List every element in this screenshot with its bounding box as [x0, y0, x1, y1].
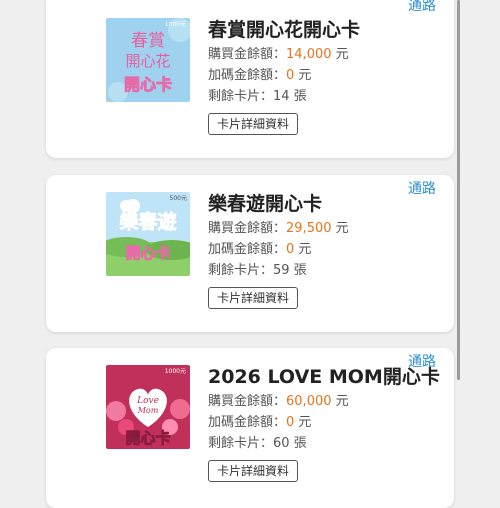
remaining-cards: 剩餘卡片：60 張 [208, 436, 307, 451]
gift-card-item: 通路 1000元 春賞 開心花 開心卡 春賞開心花開心卡 購買金餘額：14,00… [46, 0, 454, 158]
card-details-button[interactable]: 卡片詳細資料 [208, 113, 299, 135]
scrollbar[interactable] [457, 0, 460, 380]
thumb-line1: 樂春遊 [119, 210, 176, 233]
card-details-button[interactable]: 卡片詳細資料 [208, 460, 299, 482]
thumb-line1: Love [136, 396, 159, 406]
card-title: 樂春遊開心卡 [208, 193, 323, 215]
thumb-badge: 1000元 [165, 21, 186, 28]
card-info: 樂春遊開心卡 購買金餘額：29,500 元 加碼金餘額：0 元 剩餘卡片：59 … [208, 192, 446, 309]
bonus-balance: 加碼金餘額：0 元 [208, 242, 312, 257]
remaining-cards: 剩餘卡片：14 張 [208, 89, 307, 104]
thumb-line2: 開心卡 [125, 244, 170, 262]
thumb-line1: 春賞 [131, 31, 165, 51]
card-details-button[interactable]: 卡片詳細資料 [208, 287, 299, 309]
thumb-line3: 開心卡 [125, 429, 170, 447]
card-info: 春賞開心花開心卡 購買金餘額：14,000 元 加碼金餘額：0 元 剩餘卡片：1… [208, 18, 446, 135]
card-thumbnail: 1000元 Love Mom 開心卡 [106, 365, 190, 449]
card-title: 春賞開心花開心卡 [208, 19, 361, 41]
thumb-line3: 開心卡 [124, 75, 172, 94]
thumb-line2: 開心花 [125, 52, 170, 70]
thumb-badge: 1000元 [165, 368, 186, 375]
remaining-cards: 剩餘卡片：59 張 [208, 263, 307, 278]
card-title: 2026 LOVE MOM開心卡 [208, 366, 440, 388]
card-thumbnail: 1000元 春賞 開心花 開心卡 [106, 18, 190, 102]
thumb-line2: Mom [137, 406, 159, 415]
bonus-balance: 加碼金餘額：0 元 [208, 415, 312, 430]
bonus-balance: 加碼金餘額：0 元 [208, 68, 312, 83]
gift-card-list: 通路 1000元 春賞 開心花 開心卡 春賞開心花開心卡 購買金餘額：14,00… [0, 0, 500, 508]
gift-card-item: 通路 1000元 Love Mom 開心卡 2026 LOVE MOM開心卡 購… [46, 348, 454, 508]
purchase-balance: 購買金餘額：60,000 元 [208, 394, 349, 409]
card-info: 2026 LOVE MOM開心卡 購買金餘額：60,000 元 加碼金餘額：0 … [208, 365, 446, 482]
gift-card-item: 通路 500元 樂春遊 開心卡 樂春遊開心卡 購買金餘額：29,500 元 加碼… [46, 175, 454, 332]
channel-link[interactable]: 通路 [408, 0, 436, 15]
purchase-balance: 購買金餘額：29,500 元 [208, 221, 349, 236]
purchase-balance: 購買金餘額：14,000 元 [208, 47, 349, 62]
thumb-badge: 500元 [170, 195, 187, 202]
card-thumbnail: 500元 樂春遊 開心卡 [106, 192, 190, 276]
